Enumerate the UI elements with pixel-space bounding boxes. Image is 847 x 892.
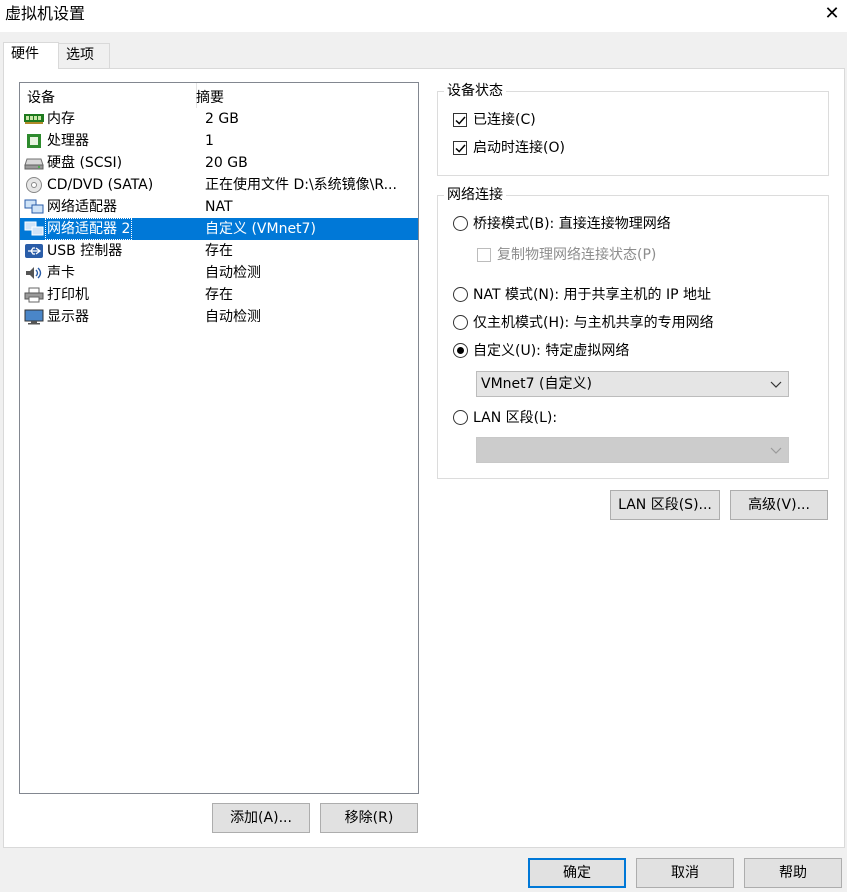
lan-segment-select	[476, 437, 789, 463]
device-list[interactable]: 设备 摘要 内存 2 GB 处理器 1 硬盘 (SCSI) 20 GB CD/D…	[19, 82, 419, 794]
device-list-header: 设备 摘要	[20, 83, 418, 108]
processor-icon	[24, 133, 44, 149]
device-row-network-adapter-2[interactable]: 网络适配器 2 自定义 (VMnet7)	[20, 218, 418, 240]
connect-at-power-on-label: 启动时连接(O)	[473, 140, 565, 156]
replicate-physical-checkbox: 复制物理网络连接状态(P)	[477, 245, 777, 265]
device-row-printer[interactable]: 打印机 存在	[20, 284, 418, 306]
tab-options[interactable]: 选项	[58, 43, 110, 68]
device-name: 声卡	[47, 265, 75, 281]
custom-radio[interactable]: 自定义(U): 特定虚拟网络	[453, 341, 713, 361]
device-summary: NAT	[205, 199, 233, 215]
close-icon[interactable]: ✕	[818, 2, 846, 28]
cancel-button[interactable]: 取消	[636, 858, 734, 888]
checkbox-box[interactable]	[453, 113, 467, 127]
lan-segments-button[interactable]: LAN 区段(S)...	[610, 490, 720, 520]
device-row-usb[interactable]: USB 控制器 存在	[20, 240, 418, 262]
tab-hardware[interactable]: 硬件	[3, 42, 59, 69]
device-row-processor[interactable]: 处理器 1	[20, 130, 418, 152]
device-summary: 2 GB	[205, 111, 239, 127]
device-summary: 1	[205, 133, 214, 149]
device-row-display[interactable]: 显示器 自动检测	[20, 306, 418, 328]
network-adapter-icon	[24, 221, 44, 237]
device-name: USB 控制器	[47, 243, 123, 259]
nat-label: NAT 模式(N): 用于共享主机的 IP 地址	[473, 287, 711, 303]
bridged-radio[interactable]: 桥接模式(B): 直接连接物理网络	[453, 214, 783, 234]
radio-circle[interactable]	[453, 287, 468, 302]
radio-circle[interactable]	[453, 343, 468, 358]
add-device-button[interactable]: 添加(A)...	[212, 803, 310, 833]
network-adapter-icon	[24, 199, 44, 215]
device-status-group-label: 设备状态	[444, 82, 506, 100]
checkbox-box	[477, 248, 491, 262]
radio-circle[interactable]	[453, 216, 468, 231]
remove-device-button[interactable]: 移除(R)	[320, 803, 418, 833]
device-name: 显示器	[47, 309, 89, 325]
chevron-down-icon	[770, 381, 782, 388]
usb-icon	[24, 243, 44, 259]
title-bar: 虚拟机设置 ✕	[0, 0, 847, 32]
replicate-physical-label: 复制物理网络连接状态(P)	[497, 247, 657, 263]
device-row-network-adapter[interactable]: 网络适配器 NAT	[20, 196, 418, 218]
hard-disk-icon	[24, 155, 44, 171]
network-connection-group-label: 网络连接	[444, 186, 506, 204]
device-name: 硬盘 (SCSI)	[47, 155, 123, 171]
device-name: 内存	[47, 111, 75, 127]
checkbox-box[interactable]	[453, 141, 467, 155]
advanced-button[interactable]: 高级(V)...	[730, 490, 828, 520]
device-status-group	[437, 91, 829, 176]
column-header-device[interactable]: 设备	[27, 87, 55, 107]
sound-card-icon	[24, 265, 44, 281]
lan-segment-radio[interactable]: LAN 区段(L):	[453, 408, 653, 428]
device-name: 打印机	[47, 287, 89, 303]
custom-label: 自定义(U): 特定虚拟网络	[473, 343, 630, 359]
help-button[interactable]: 帮助	[744, 858, 842, 888]
host-only-label: 仅主机模式(H): 与主机共享的专用网络	[473, 315, 714, 331]
bridged-label: 桥接模式(B): 直接连接物理网络	[473, 216, 671, 232]
device-name: CD/DVD (SATA)	[47, 177, 154, 193]
printer-icon	[24, 287, 44, 303]
device-name: 网络适配器 2	[45, 218, 133, 240]
device-summary: 正在使用文件 D:\系统镜像\R...	[205, 177, 397, 193]
device-summary: 自动检测	[205, 309, 261, 325]
memory-icon	[24, 111, 44, 127]
display-icon	[24, 309, 44, 325]
radio-circle[interactable]	[453, 315, 468, 330]
chevron-down-icon	[770, 447, 782, 454]
device-name: 网络适配器	[47, 199, 117, 215]
custom-network-select[interactable]: VMnet7 (自定义)	[476, 371, 789, 397]
device-name: 处理器	[47, 133, 89, 149]
lan-segment-label: LAN 区段(L):	[473, 410, 558, 426]
device-summary: 自动检测	[205, 265, 261, 281]
window-title: 虚拟机设置	[5, 4, 86, 23]
nat-radio[interactable]: NAT 模式(N): 用于共享主机的 IP 地址	[453, 285, 793, 305]
ok-button[interactable]: 确定	[528, 858, 626, 888]
connected-label: 已连接(C)	[473, 112, 536, 128]
host-only-radio[interactable]: 仅主机模式(H): 与主机共享的专用网络	[453, 313, 793, 333]
radio-circle[interactable]	[453, 410, 468, 425]
custom-network-value: VMnet7 (自定义)	[481, 376, 592, 392]
device-summary: 20 GB	[205, 155, 248, 171]
connected-checkbox[interactable]: 已连接(C)	[453, 110, 653, 130]
device-row-cd-dvd[interactable]: CD/DVD (SATA) 正在使用文件 D:\系统镜像\R...	[20, 174, 418, 196]
device-row-memory[interactable]: 内存 2 GB	[20, 108, 418, 130]
device-row-hard-disk[interactable]: 硬盘 (SCSI) 20 GB	[20, 152, 418, 174]
device-row-sound-card[interactable]: 声卡 自动检测	[20, 262, 418, 284]
radio-dot	[457, 347, 464, 354]
device-summary: 存在	[205, 243, 233, 259]
device-summary: 存在	[205, 287, 233, 303]
device-summary: 自定义 (VMnet7)	[205, 221, 316, 237]
column-header-summary[interactable]: 摘要	[196, 87, 224, 107]
cd-dvd-icon	[24, 177, 44, 193]
connect-at-power-on-checkbox[interactable]: 启动时连接(O)	[453, 138, 673, 158]
